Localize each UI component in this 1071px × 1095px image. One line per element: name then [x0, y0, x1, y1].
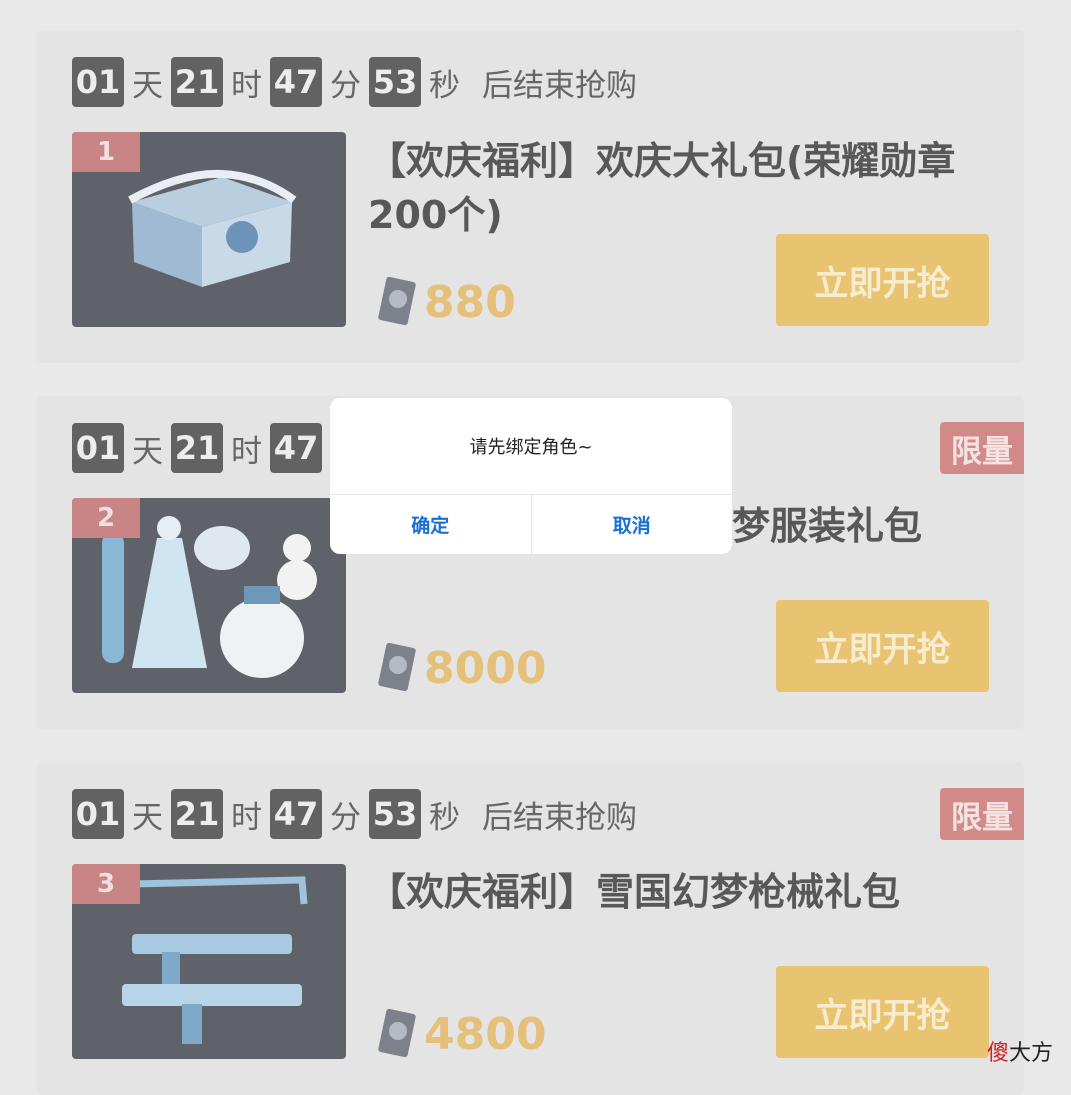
- countdown-hour-unit: 时: [231, 799, 262, 836]
- bind-role-dialog: 请先绑定角色~ 确定 取消: [330, 398, 732, 554]
- product-title: 【欢庆福利】雪国幻梦枪械礼包: [368, 870, 901, 914]
- coin-icon: [378, 642, 416, 692]
- price-value: 880: [424, 276, 516, 328]
- countdown-days: 01: [72, 57, 124, 107]
- countdown-second-unit: 秒: [429, 67, 460, 104]
- buy-now-button[interactable]: 立即开抢: [776, 966, 989, 1058]
- buy-now-button[interactable]: 立即开抢: [776, 234, 989, 326]
- cancel-button[interactable]: 取消: [530, 495, 733, 554]
- countdown-day-unit: 天: [132, 799, 163, 836]
- product-image-weapons[interactable]: 3: [72, 864, 346, 1059]
- coin-icon: [378, 1008, 416, 1058]
- product-image-outfits[interactable]: 2: [72, 498, 346, 693]
- price: 4800: [376, 1005, 546, 1063]
- countdown-hour-unit: 时: [231, 67, 262, 104]
- rank-badge: 3: [72, 864, 140, 904]
- watermark-part1: 傻: [986, 1041, 1009, 1066]
- countdown-minutes: 47: [270, 423, 322, 473]
- product-card: 01 天 21 时 47 分 53 秒 后结束抢购 1 【欢庆福利】欢庆大礼包(…: [36, 30, 1024, 363]
- countdown-minutes: 47: [270, 57, 322, 107]
- dialog-actions: 确定 取消: [330, 494, 732, 554]
- product-image-gift-box[interactable]: 1: [72, 132, 346, 327]
- countdown-hours: 21: [171, 57, 223, 107]
- limited-badge: 限量: [940, 788, 1024, 840]
- buy-now-button[interactable]: 立即开抢: [776, 600, 989, 692]
- coin-icon: [378, 276, 416, 326]
- countdown-hours: 21: [171, 789, 223, 839]
- countdown-hours: 21: [171, 423, 223, 473]
- product-title: 梦服装礼包: [732, 504, 923, 548]
- watermark-part2: 大方: [1008, 1041, 1053, 1066]
- countdown-day-unit: 天: [132, 433, 163, 470]
- countdown-suffix: 后结束抢购: [482, 799, 637, 836]
- countdown-day-unit: 天: [132, 67, 163, 104]
- countdown-days: 01: [72, 789, 124, 839]
- watermark: 傻大方: [987, 1035, 1053, 1067]
- limited-badge: 限量: [940, 422, 1024, 474]
- countdown-hour-unit: 时: [231, 433, 262, 470]
- price: 8000: [376, 639, 546, 697]
- rank-badge: 1: [72, 132, 140, 172]
- countdown-suffix: 后结束抢购: [482, 67, 637, 104]
- countdown-second-unit: 秒: [429, 799, 460, 836]
- countdown-timer: 01 天 21 时 47 分 53 秒 后结束抢购: [72, 56, 637, 108]
- price: 880: [376, 273, 516, 331]
- countdown-seconds: 53: [369, 789, 421, 839]
- price-value: 8000: [424, 642, 547, 694]
- countdown-minutes: 47: [270, 789, 322, 839]
- countdown-minute-unit: 分: [330, 799, 361, 836]
- countdown-days: 01: [72, 423, 124, 473]
- price-value: 4800: [424, 1008, 547, 1060]
- confirm-button[interactable]: 确定: [330, 495, 531, 554]
- dialog-message: 请先绑定角色~: [469, 437, 593, 458]
- countdown-seconds: 53: [369, 57, 421, 107]
- product-title: 【欢庆福利】欢庆大礼包(荣耀勋章200个): [368, 139, 956, 237]
- rank-badge: 2: [72, 498, 140, 538]
- countdown-timer: 01 天 21 时 47: [72, 422, 322, 474]
- countdown-timer: 01 天 21 时 47 分 53 秒 后结束抢购: [72, 788, 637, 840]
- countdown-minute-unit: 分: [330, 67, 361, 104]
- product-card: 01 天 21 时 47 分 53 秒 后结束抢购 限量 3 【欢庆福利】雪国幻…: [36, 762, 1024, 1095]
